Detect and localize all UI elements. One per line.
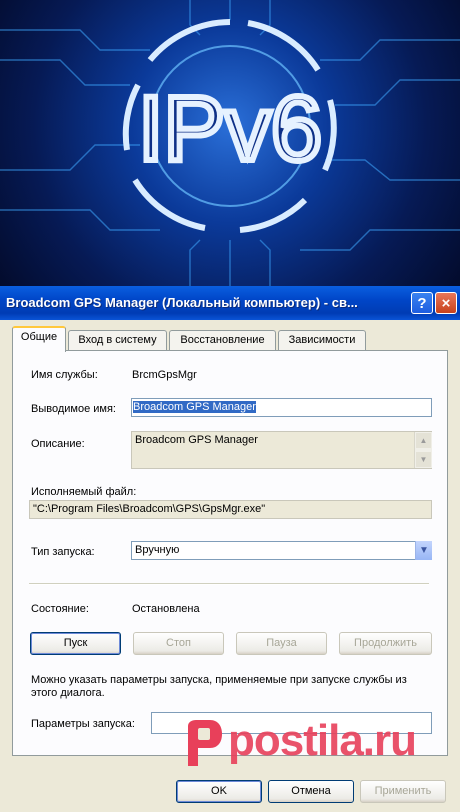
tab-recovery[interactable]: Восстановление [169, 330, 276, 350]
startup-type-label: Тип запуска: [31, 546, 95, 558]
tab-logon[interactable]: Вход в систему [68, 330, 167, 350]
close-button[interactable]: × [435, 292, 457, 314]
postila-watermark: postila.ru [180, 714, 458, 774]
executable-path-field[interactable]: "C:\Program Files\Broadcom\GPS\GpsMgr.ex… [29, 500, 432, 519]
pause-button[interactable]: Пауза [236, 632, 327, 655]
start-parameters-label: Параметры запуска: [31, 718, 135, 730]
service-name-value: BrcmGpsMgr [132, 369, 197, 381]
tab-dependencies[interactable]: Зависимости [278, 330, 366, 350]
display-name-value: Broadcom GPS Manager [133, 401, 256, 413]
description-label: Описание: [31, 438, 85, 450]
circuit-art: IPv6 [0, 0, 460, 286]
description-value: Broadcom GPS Manager [135, 434, 258, 446]
display-name-field[interactable]: Broadcom GPS Manager [131, 398, 432, 417]
start-button[interactable]: Пуск [30, 632, 121, 655]
title-bar[interactable]: Broadcom GPS Manager (Локальный компьюте… [0, 286, 460, 320]
description-scrollbar[interactable]: ▲ ▼ [414, 432, 432, 468]
stop-button[interactable]: Стоп [133, 632, 224, 655]
help-button[interactable]: ? [411, 292, 433, 314]
window-title: Broadcom GPS Manager (Локальный компьюте… [6, 295, 358, 310]
ipv6-banner-image: IPv6 [0, 0, 460, 286]
start-parameters-hint: Можно указать параметры запуска, применя… [31, 674, 407, 699]
scroll-down-icon[interactable]: ▼ [416, 452, 431, 467]
startup-type-select[interactable]: Вручную [131, 541, 432, 560]
service-name-label: Имя службы: [31, 369, 98, 381]
scroll-up-icon[interactable]: ▲ [416, 433, 431, 448]
cancel-button[interactable]: Отмена [268, 780, 354, 803]
apply-button[interactable]: Применить [360, 780, 446, 803]
service-properties-window: Broadcom GPS Manager (Локальный компьюте… [0, 286, 460, 812]
status-label: Состояние: [31, 603, 89, 615]
postila-logo-icon [188, 720, 222, 766]
resume-button[interactable]: Продолжить [339, 632, 432, 655]
divider [29, 583, 429, 585]
executable-label: Исполняемый файл: [31, 486, 137, 498]
watermark-text: postila.ru [228, 716, 417, 765]
description-field[interactable]: Broadcom GPS Manager [131, 431, 432, 469]
ok-button[interactable]: OK [176, 780, 262, 803]
display-name-label: Выводимое имя: [31, 403, 116, 415]
executable-path-value: "C:\Program Files\Broadcom\GPS\GpsMgr.ex… [33, 503, 266, 515]
chevron-down-icon[interactable]: ▼ [415, 541, 432, 560]
ipv6-logo-text: IPv6 [138, 78, 322, 180]
status-value: Остановлена [132, 603, 200, 615]
tab-general[interactable]: Общие [12, 326, 66, 352]
startup-type-value: Вручную [135, 544, 180, 556]
